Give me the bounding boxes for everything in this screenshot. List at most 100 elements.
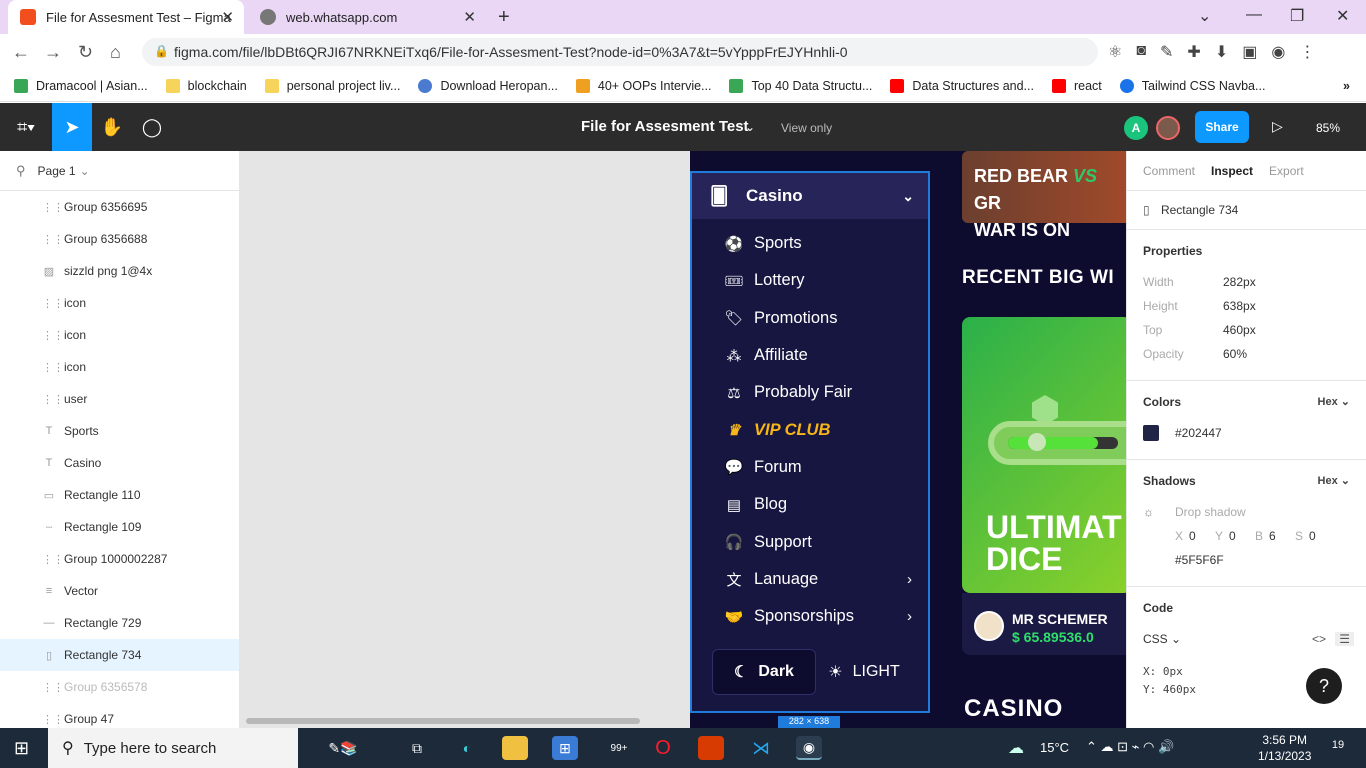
list-view-icon[interactable]: ☰ — [1335, 632, 1354, 646]
url-bar[interactable]: 🔒 figma.com/file/lbDBt6QRJI67NRKNEiTxq6/… — [142, 38, 1098, 66]
camera-icon[interactable]: ◙ — [1136, 42, 1146, 62]
color-row[interactable]: #202447 — [1143, 421, 1350, 445]
reload-icon[interactable]: ↻ — [78, 42, 93, 63]
windows-start-icon[interactable]: ⊞ — [14, 738, 29, 759]
color-format-dropdown[interactable]: Hex ⌄ — [1318, 395, 1350, 408]
event-banner[interactable]: RED BEAR VS GR WAR IS ON — [962, 151, 1126, 240]
comment-tool-icon[interactable]: ◯ — [132, 103, 172, 151]
code-view-icon[interactable]: <> — [1312, 632, 1326, 646]
zoom-dropdown[interactable]: 85% — [1316, 121, 1340, 135]
office-icon[interactable] — [698, 736, 724, 760]
canvas[interactable]: 🂠 Casino ⌄ ⚽ Sports 🎟 Lottery 🏷 Promotions ⁂ Af… — [240, 151, 1126, 728]
temperature[interactable]: 15°C — [1040, 740, 1069, 755]
menu-item[interactable]: ▤ Blog — [692, 486, 928, 523]
bookmark-item[interactable]: Dramacool | Asian... — [14, 78, 148, 93]
minimize-icon[interactable]: — — [1246, 6, 1262, 24]
tab-inspect[interactable]: Inspect — [1211, 164, 1253, 178]
layer-row[interactable]: ⋮⋮ Group 6356688 — [0, 223, 239, 255]
layer-row[interactable]: T Sports — [0, 415, 239, 447]
tab-search-icon[interactable]: ⌄ — [1198, 6, 1211, 26]
task-view-icon[interactable]: ⧉ — [404, 736, 430, 760]
layer-row[interactable]: ⋮⋮ Group 6356695 — [0, 191, 239, 223]
close-tab-icon[interactable]: ✕ — [221, 8, 234, 26]
menu-item[interactable]: 🎟 Lottery — [692, 262, 928, 299]
share-button[interactable]: Share — [1195, 111, 1249, 143]
layer-row[interactable]: ≡ Vector — [0, 575, 239, 607]
layer-row[interactable]: ⋮⋮ icon — [0, 351, 239, 383]
menu-item[interactable]: ⁂ Affiliate — [692, 337, 928, 374]
property-value[interactable]: 282px — [1223, 275, 1256, 289]
pen-icon[interactable]: ✎ — [1160, 42, 1173, 62]
clock[interactable]: 3:56 PM 1/13/2023 — [1258, 732, 1311, 764]
vscode-icon[interactable]: ⋊ — [748, 736, 774, 760]
layer-row[interactable]: — Rectangle 729 — [0, 607, 239, 639]
present-icon[interactable]: ▷ — [1272, 118, 1283, 135]
menu-item[interactable]: ♛ VIP CLUB — [692, 411, 928, 448]
move-tool-icon[interactable]: ➤ — [52, 103, 92, 151]
bookmark-item[interactable]: Top 40 Data Structu... — [729, 78, 872, 93]
avatar[interactable]: A — [1124, 116, 1148, 140]
forward-icon[interactable]: → — [44, 42, 62, 63]
layer-row[interactable]: ▨ sizzld png 1@4x — [0, 255, 239, 287]
menu-item[interactable]: 🏷 Promotions — [692, 300, 928, 337]
tab-figma[interactable]: File for Assesment Test – Figma ✕ — [8, 0, 244, 34]
bookmark-item[interactable]: react — [1051, 78, 1102, 93]
download-icon[interactable]: ⬇ — [1215, 42, 1228, 62]
menu-item[interactable]: 🤝 Sponsorships › — [692, 598, 928, 635]
dice-game-card[interactable]: ULTIMAT DICE — [962, 317, 1126, 593]
layer-row[interactable]: ⋮⋮ Group 1000002287 — [0, 543, 239, 575]
layer-row[interactable]: ▯ Rectangle 734 — [0, 639, 239, 671]
dark-theme-button[interactable]: ☾ Dark — [712, 649, 816, 695]
selected-rectangle-734[interactable]: 🂠 Casino ⌄ ⚽ Sports 🎟 Lottery 🏷 Promotions ⁂ Af… — [690, 171, 930, 713]
file-title[interactable]: File for Assesment Test — [581, 118, 749, 135]
extensions-icon[interactable]: ✚ — [1187, 42, 1200, 62]
property-value[interactable]: 460px — [1223, 323, 1256, 337]
layer-row[interactable]: ⋮⋮ Group 47 — [0, 703, 239, 728]
layer-row[interactable]: T Casino — [0, 447, 239, 479]
chrome-icon[interactable]: ◉ — [796, 736, 822, 760]
light-theme-button[interactable]: ☀ LIGHT — [816, 649, 912, 695]
bookmark-item[interactable]: personal project liv... — [264, 78, 400, 93]
tab-whatsapp[interactable]: web.whatsapp.com ✕ — [250, 0, 486, 34]
help-button[interactable]: ? — [1306, 668, 1342, 704]
search-icon[interactable]: ⚲ — [16, 163, 26, 179]
property-value[interactable]: 638px — [1223, 299, 1256, 313]
sidepanel-icon[interactable]: ▣ — [1242, 42, 1257, 62]
close-window-icon[interactable]: ✕ — [1336, 6, 1349, 26]
react-devtools-icon[interactable]: ⚛ — [1108, 42, 1122, 62]
store-icon[interactable]: ⊞ — [552, 736, 578, 760]
notification-badge[interactable]: 19 — [1326, 739, 1350, 757]
home-icon[interactable]: ⌂ — [110, 42, 121, 63]
page-selector[interactable]: ⚲ Page 1 ⌄ — [0, 151, 239, 191]
bookmark-item[interactable]: Data Structures and... — [890, 78, 1034, 93]
bookmark-item[interactable]: blockchain — [165, 78, 247, 93]
figma-menu-icon[interactable]: ⌗▾ — [4, 103, 48, 151]
casino-header[interactable]: 🂠 Casino ⌄ — [692, 173, 928, 219]
layer-row[interactable]: ⋮⋮ icon — [0, 319, 239, 351]
tray-icons[interactable]: ⌃ ☁ ⊡ ⌁ ◠ 🔊 — [1086, 739, 1174, 755]
menu-item[interactable]: 🎧 Support — [692, 523, 928, 560]
design-frame[interactable]: 🂠 Casino ⌄ ⚽ Sports 🎟 Lottery 🏷 Promotions ⁂ Af… — [690, 151, 1126, 728]
profile-icon[interactable]: ◉ — [1271, 42, 1285, 62]
menu-item[interactable]: 💬 Forum — [692, 449, 928, 486]
taskbar-search[interactable]: ⚲ Type here to search — [48, 728, 298, 768]
layer-row[interactable]: ⋮⋮ icon — [0, 287, 239, 319]
property-value[interactable]: 60% — [1223, 347, 1247, 361]
tab-comment[interactable]: Comment — [1143, 164, 1195, 178]
chevron-down-icon[interactable]: ⌄ — [745, 120, 755, 134]
hand-tool-icon[interactable]: ✋ — [92, 103, 132, 151]
mail-icon[interactable]: 99+ — [600, 736, 638, 760]
more-bookmarks-icon[interactable]: » — [1343, 79, 1350, 93]
tab-export[interactable]: Export — [1269, 164, 1304, 178]
layer-row[interactable]: ▭ Rectangle 110 — [0, 479, 239, 511]
menu-item[interactable]: 文 Lanuage › — [692, 561, 928, 598]
maximize-icon[interactable]: ❐ — [1290, 6, 1304, 26]
bookmark-item[interactable]: Tailwind CSS Navba... — [1119, 78, 1265, 93]
edge-icon[interactable]: ◐ — [454, 736, 480, 760]
new-tab-icon[interactable]: + — [498, 6, 510, 29]
menu-item[interactable]: ⚖ Probably Fair — [692, 374, 928, 411]
shadow-format-dropdown[interactable]: Hex ⌄ — [1318, 474, 1350, 487]
menu-icon[interactable]: ⋮ — [1299, 42, 1315, 62]
code-lang-dropdown[interactable]: CSS ⌄ — [1143, 632, 1181, 646]
avatar[interactable] — [1156, 116, 1180, 140]
